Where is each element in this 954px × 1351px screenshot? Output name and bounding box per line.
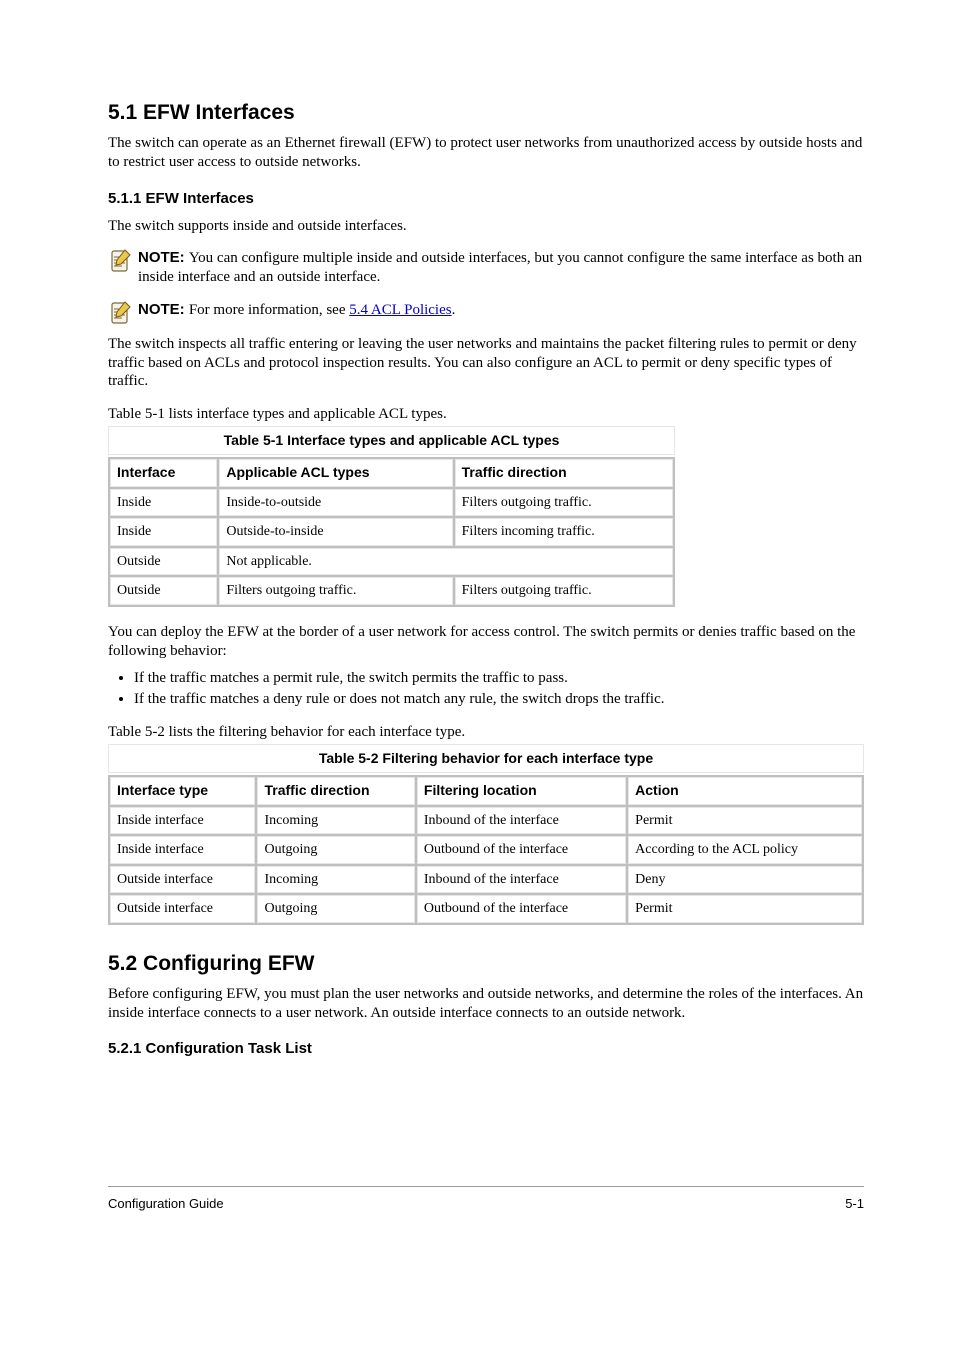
table-cell: Outside interface [110,866,255,894]
footer-page-number: 5-1 [845,1196,864,1212]
table-cell: Filters outgoing traffic. [219,577,452,605]
note-block-2: NOTE: For more information, see 5.4 ACL … [108,297,864,327]
table-cell: Filters incoming traffic. [455,518,673,546]
table-2-title: Table 5-2 Filtering behavior for each in… [108,744,864,774]
table-cell: Inbound of the interface [417,866,626,894]
table-cell: Outside interface [110,895,255,923]
table-cell: Filters outgoing traffic. [455,489,673,517]
table-cell: Inside [110,489,217,517]
intro-paragraph-5: Before configuring EFW, you must plan th… [108,985,864,1023]
table-header-cell: Interface [110,459,217,487]
intro-paragraph-3: The switch inspects all traffic entering… [108,335,864,391]
table-cell: Incoming [257,807,414,835]
note-body: You can configure multiple inside and ou… [138,250,862,285]
footer-rule [108,1186,864,1187]
table-cell: Filters outgoing traffic. [455,577,673,605]
table-row: Interface Applicable ACL types Traffic d… [110,459,673,487]
note-text-1: NOTE: You can configure multiple inside … [138,249,864,287]
table-cell: Outbound of the interface [417,836,626,864]
table-cell: According to the ACL policy [628,836,862,864]
table-1-title: Table 5-1 Interface types and applicable… [108,426,675,456]
table-row: Inside Inside-to-outside Filters outgoin… [110,489,673,517]
table-header-cell: Interface type [110,777,255,805]
table-cell: Inside-to-outside [219,489,452,517]
table-cell: Deny [628,866,862,894]
note-post: . [452,302,456,318]
table-cell: Permit [628,895,862,923]
note-label: NOTE: [138,301,189,318]
table-row: Interface type Traffic direction Filteri… [110,777,862,805]
table-row: Inside Outside-to-inside Filters incomin… [110,518,673,546]
list-item: If the traffic matches a permit rule, th… [134,668,864,688]
note-block-1: NOTE: You can configure multiple inside … [108,245,864,287]
list-item: If the traffic matches a deny rule or do… [134,689,864,709]
subsection-heading-config-task-list: 5.2.1 Configuration Task List [108,1040,864,1059]
table-2-lead-in: Table 5-2 lists the filtering behavior f… [108,723,864,742]
table-cell: Outbound of the interface [417,895,626,923]
table-cell: Outside [110,577,217,605]
table-row: Outside interface Incoming Inbound of th… [110,866,862,894]
subsection-heading-efw-interfaces: 5.1.1 EFW Interfaces [108,190,864,209]
table-filtering-behavior: Table 5-2 Filtering behavior for each in… [108,744,864,925]
table-header-cell: Action [628,777,862,805]
page-footer: Configuration Guide 5-1 [108,1196,864,1212]
table-row: Outside Filters outgoing traffic. Filter… [110,577,673,605]
table-header-cell: Applicable ACL types [219,459,452,487]
note-icon [108,299,134,327]
table-cell: Inside interface [110,807,255,835]
cross-ref-link-acl-policies[interactable]: 5.4 ACL Policies [349,302,451,318]
note-icon [108,247,134,275]
table-header-cell: Filtering location [417,777,626,805]
table-cell-spanned: Not applicable. [219,548,673,576]
table-1-lead-in: Table 5-1 lists interface types and appl… [108,405,864,424]
behavior-bullet-list: If the traffic matches a permit rule, th… [108,668,864,709]
note-pre: For more information, see [189,302,349,318]
footer-left: Configuration Guide [108,1196,224,1212]
intro-paragraph-4: You can deploy the EFW at the border of … [108,623,864,661]
table-cell: Outgoing [257,836,414,864]
section-heading-configuring-efw: 5.2 Configuring EFW [108,951,864,977]
table-row: Inside interface Incoming Inbound of the… [110,807,862,835]
table-cell: Inside [110,518,217,546]
table-row: Outside interface Outgoing Outbound of t… [110,895,862,923]
table-header-cell: Traffic direction [455,459,673,487]
table-cell: Permit [628,807,862,835]
table-row: Inside interface Outgoing Outbound of th… [110,836,862,864]
table-row: Outside Not applicable. [110,548,673,576]
intro-paragraph-1: The switch can operate as an Ethernet fi… [108,134,864,172]
page-content: 5.1 EFW Interfaces The switch can operat… [108,80,864,1065]
section-heading-efw-interfaces: 5.1 EFW Interfaces [108,100,864,126]
table-cell: Incoming [257,866,414,894]
note-label: NOTE: [138,249,189,266]
table-cell: Inside interface [110,836,255,864]
note-text-2: NOTE: For more information, see 5.4 ACL … [138,301,864,320]
table-cell: Inbound of the interface [417,807,626,835]
intro-paragraph-2: The switch supports inside and outside i… [108,217,864,236]
table-cell: Outgoing [257,895,414,923]
table-interface-acl-types: Table 5-1 Interface types and applicable… [108,426,675,607]
table-header-cell: Traffic direction [257,777,414,805]
table-cell: Outside [110,548,217,576]
table-cell: Outside-to-inside [219,518,452,546]
